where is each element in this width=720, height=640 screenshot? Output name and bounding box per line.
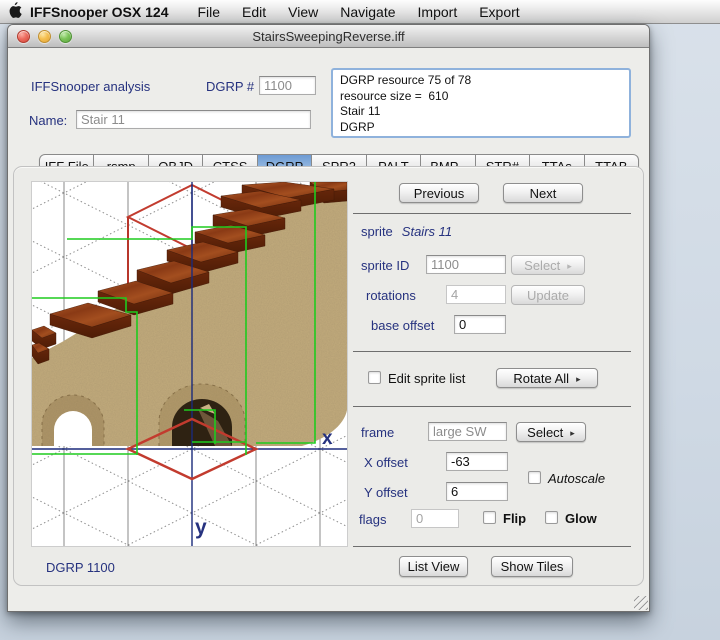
show-tiles-button[interactable]: Show Tiles: [491, 556, 573, 577]
dgrp-number-field[interactable]: 1100: [259, 76, 316, 95]
edit-sprite-list-label: Edit sprite list: [388, 371, 465, 386]
app-window: StairsSweepingReverse.iff IFFSnooper ana…: [7, 24, 650, 612]
menu-item-export[interactable]: Export: [468, 4, 530, 20]
analysis-label: IFFSnooper analysis: [31, 79, 150, 94]
menu-item-navigate[interactable]: Navigate: [329, 4, 406, 20]
zoom-button[interactable]: [59, 30, 72, 43]
info-line: DGRP resource 75 of 78: [340, 73, 622, 89]
sprite-id-label: sprite ID: [361, 258, 409, 273]
name-field[interactable]: Stair 11: [76, 110, 311, 129]
menu-app-name[interactable]: IFFSnooper OSX 124: [30, 4, 168, 20]
glow-checkbox[interactable]: [545, 511, 558, 524]
menu-bar: IFFSnooper OSX 124 File Edit View Naviga…: [0, 0, 720, 24]
title-bar[interactable]: StairsSweepingReverse.iff: [8, 25, 649, 48]
base-offset-field[interactable]: 0: [454, 315, 506, 334]
menu-arrow-icon: ▸: [576, 374, 581, 385]
frame-field[interactable]: large SW: [428, 422, 507, 441]
resource-info-box: DGRP resource 75 of 78resource size = 61…: [331, 68, 631, 138]
x-offset-label: X offset: [364, 455, 408, 470]
menu-item-edit[interactable]: Edit: [231, 4, 277, 20]
menu-arrow-icon: ▸: [570, 428, 575, 439]
stairs-preview-image: x y: [31, 181, 348, 547]
base-offset-label: base offset: [371, 318, 434, 333]
sprite-id-field[interactable]: 1100: [426, 255, 506, 274]
list-view-button[interactable]: List View: [399, 556, 468, 577]
autoscale-label: Autoscale: [548, 471, 605, 486]
sprite-id-select-button[interactable]: Select▸: [511, 255, 585, 275]
dgrp-number-label: DGRP #: [206, 79, 254, 94]
sprite-name: Stairs 11: [402, 224, 452, 239]
info-line: resource size = 610: [340, 89, 622, 105]
divider: [353, 406, 631, 407]
resize-grip[interactable]: [634, 596, 648, 610]
y-axis-label: y: [195, 516, 207, 539]
apple-menu[interactable]: [0, 2, 30, 21]
window-title: StairsSweepingReverse.iff: [8, 29, 649, 44]
edit-sprite-list-checkbox[interactable]: [368, 371, 381, 384]
desktop: IFFSnooper OSX 124 File Edit View Naviga…: [0, 0, 720, 640]
divider: [353, 546, 631, 547]
menu-item-file[interactable]: File: [186, 4, 231, 20]
update-button[interactable]: Update: [511, 285, 585, 305]
glow-label: Glow: [565, 511, 597, 526]
name-label: Name:: [29, 113, 67, 128]
next-button[interactable]: Next: [503, 183, 583, 203]
close-button[interactable]: [17, 30, 30, 43]
flags-field[interactable]: 0: [411, 509, 459, 528]
info-line: Stair 11: [340, 104, 622, 120]
menu-item-import[interactable]: Import: [407, 4, 469, 20]
minimize-button[interactable]: [38, 30, 51, 43]
divider: [353, 213, 631, 214]
x-offset-field[interactable]: -63: [446, 452, 508, 471]
flags-label: flags: [359, 512, 386, 527]
flip-checkbox[interactable]: [483, 511, 496, 524]
divider: [353, 351, 631, 352]
flip-label: Flip: [503, 511, 526, 526]
frame-label: frame: [361, 425, 394, 440]
frame-select-button[interactable]: Select▸: [516, 422, 586, 442]
menu-arrow-icon: ▸: [567, 261, 572, 272]
x-axis-label: x: [322, 428, 333, 449]
y-offset-field[interactable]: 6: [446, 482, 508, 501]
sprite-caption: spriteStairs 11: [361, 224, 452, 239]
rotations-label: rotations: [366, 288, 416, 303]
apple-icon: [9, 2, 22, 21]
y-offset-label: Y offset: [364, 485, 408, 500]
previous-button[interactable]: Previous: [399, 183, 479, 203]
info-line: DGRP: [340, 120, 622, 136]
autoscale-checkbox[interactable]: [528, 471, 541, 484]
dgrp-caption: DGRP 1100: [46, 560, 115, 575]
menu-item-view[interactable]: View: [277, 4, 329, 20]
rotations-field[interactable]: 4: [446, 285, 506, 304]
rotate-all-button[interactable]: Rotate All▸: [496, 368, 598, 388]
